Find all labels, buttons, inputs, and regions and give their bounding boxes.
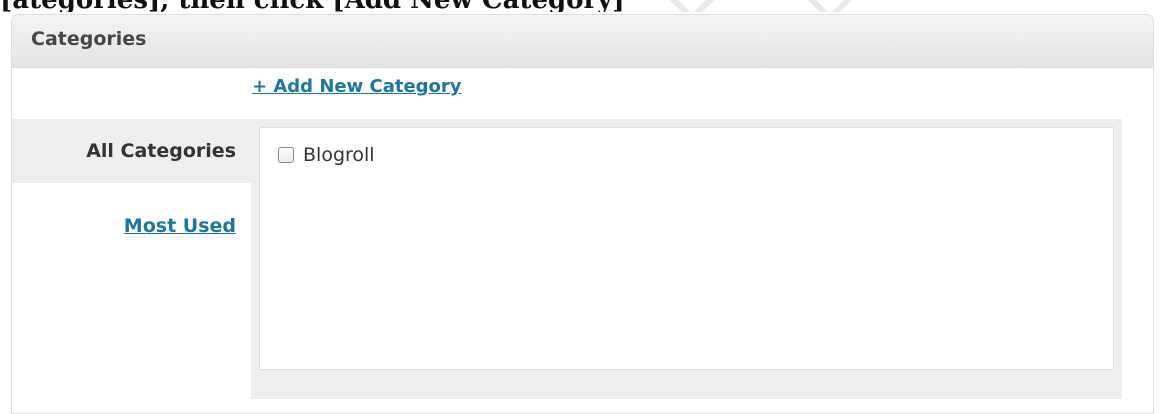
category-list-frame: Blogroll — [251, 119, 1122, 399]
category-list[interactable]: Blogroll — [259, 127, 1114, 370]
category-tabs: All Categories Most Used — [12, 119, 251, 399]
category-checkbox[interactable] — [278, 147, 294, 163]
panel-title: Categories — [31, 28, 147, 50]
tab-all-categories[interactable]: All Categories — [12, 119, 251, 183]
category-label: Blogroll — [303, 144, 375, 166]
tab-most-used[interactable]: Most Used — [124, 215, 251, 237]
arrow-decoration-icon — [663, 0, 721, 12]
panel-header: Categories — [12, 15, 1153, 68]
list-item[interactable]: Blogroll — [278, 144, 375, 166]
heading-text: [ategories], then click [Add New Categor… — [0, 0, 625, 12]
arrow-decoration-icon — [801, 0, 859, 12]
page-heading-fragment: [ategories], then click [Add New Categor… — [0, 0, 1165, 12]
add-new-category-link[interactable]: + Add New Category — [252, 76, 462, 97]
